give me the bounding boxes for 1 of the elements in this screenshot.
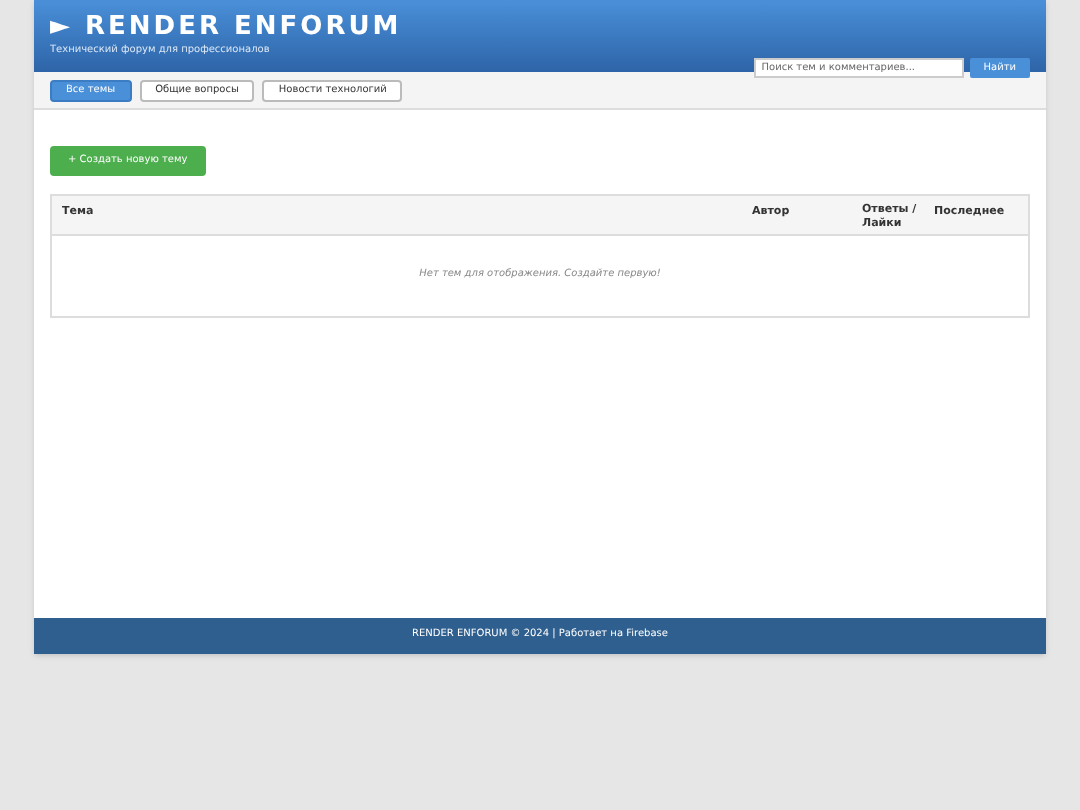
site-title: ► RENDER ENFORUM xyxy=(50,14,402,40)
